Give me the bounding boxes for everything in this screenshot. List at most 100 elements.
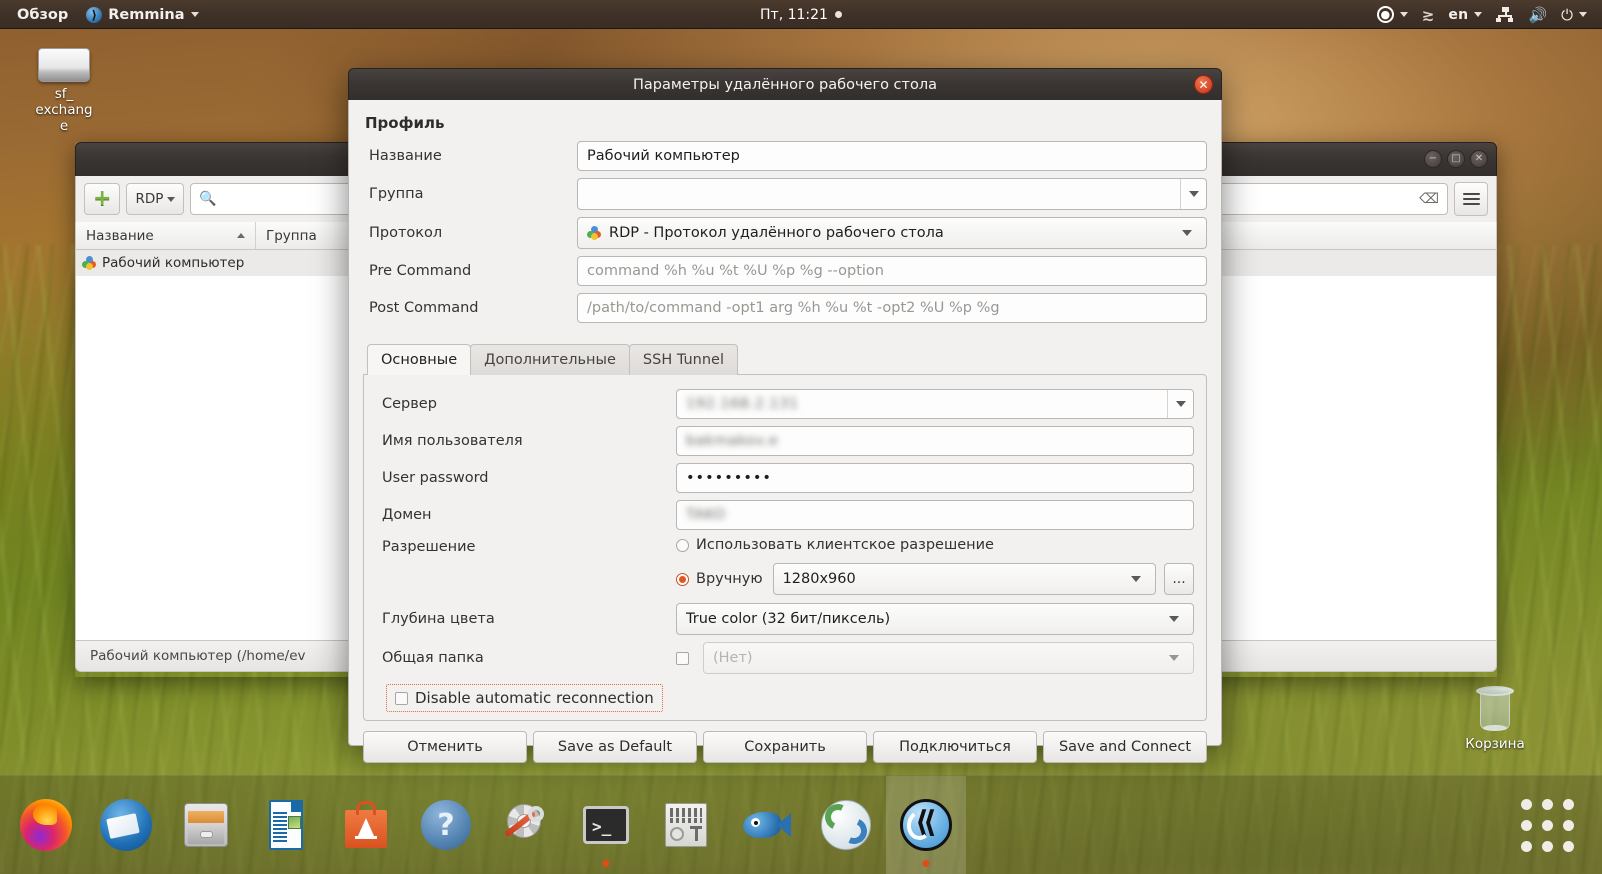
clock-button[interactable]: Пт, 11:21 xyxy=(752,7,850,23)
resolution-more-button[interactable]: ... xyxy=(1164,563,1194,595)
network-menu[interactable] xyxy=(1489,0,1521,29)
dock-item-ubuntu-software[interactable] xyxy=(326,776,406,874)
cancel-button[interactable]: Отменить xyxy=(363,731,527,763)
tab-ssh-tunnel[interactable]: SSH Tunnel xyxy=(628,344,739,375)
app-menu-label: Remmina xyxy=(108,6,185,23)
resolution-combo[interactable]: 1280x960 xyxy=(772,563,1156,595)
column-header-group[interactable]: Группа xyxy=(256,222,352,249)
resolution-manual-label: Вручную xyxy=(696,571,763,587)
dock-item-firefox[interactable] xyxy=(6,776,86,874)
dock-item-web-browser[interactable] xyxy=(806,776,886,874)
field-row-colordepth: Глубина цвета True color (32 бит/пиксель… xyxy=(376,603,1194,635)
server-combo[interactable]: 192.168.2.131 xyxy=(676,389,1194,419)
chevron-down-icon[interactable] xyxy=(1123,564,1149,594)
input-method-icon: ≳ xyxy=(1421,5,1435,24)
dock-item-settings-tweaks[interactable] xyxy=(486,776,566,874)
tab-basic[interactable]: Основные xyxy=(367,344,472,375)
protocol-selector-button[interactable]: RDP xyxy=(126,183,185,215)
dock-item-libreoffice-writer[interactable] xyxy=(246,776,326,874)
pre-command-placeholder: command %h %u %t %U %p %g --option xyxy=(587,263,884,279)
close-button[interactable]: ✕ xyxy=(1470,150,1488,168)
statusbar-label: Рабочий компьютер (/home/ev xyxy=(90,648,306,664)
save-as-default-button[interactable]: Save as Default xyxy=(533,731,697,763)
dock-item-dconf-editor[interactable] xyxy=(646,776,726,874)
new-connection-button[interactable]: + xyxy=(84,183,121,215)
accessibility-menu[interactable]: ● xyxy=(1370,0,1415,29)
field-row-username: Имя пользователя bakmakov.e xyxy=(376,426,1194,456)
dock-item-bluefish[interactable] xyxy=(726,776,806,874)
field-row-disable-reconnect: Disable automatic reconnection xyxy=(386,684,1194,712)
post-command-input[interactable]: /path/to/command -opt1 arg %h %u %t -opt… xyxy=(577,293,1207,323)
activities-button[interactable]: Обзор xyxy=(8,0,77,29)
dock: ? >_ ⟪ xyxy=(0,775,1602,874)
running-indicator xyxy=(922,859,930,867)
radio-selected-icon[interactable] xyxy=(676,572,689,586)
column-label: Название xyxy=(86,227,154,244)
colordepth-combo[interactable]: True color (32 бит/пиксель) xyxy=(676,603,1194,635)
close-icon[interactable]: ✕ xyxy=(1194,75,1213,94)
protocol-selector-label: RDP xyxy=(135,191,164,207)
button-label: Сохранить xyxy=(744,739,826,755)
disable-reconnect-checkbox[interactable]: Disable automatic reconnection xyxy=(386,684,663,712)
tab-advanced[interactable]: Дополнительные xyxy=(470,344,630,375)
dock-item-terminal[interactable]: >_ xyxy=(566,776,646,874)
main-menu-button[interactable] xyxy=(1454,182,1488,216)
dialog-titlebar[interactable]: Параметры удалённого рабочего стола ✕ xyxy=(348,68,1222,100)
column-label: Группа xyxy=(266,227,317,244)
chevron-down-icon[interactable] xyxy=(1167,390,1193,418)
profile-group-combo[interactable] xyxy=(577,178,1207,210)
save-and-connect-button[interactable]: Save and Connect xyxy=(1043,731,1207,763)
chevron-down-icon[interactable] xyxy=(1161,643,1187,673)
trash-icon xyxy=(1475,684,1515,732)
field-row-group: Группа xyxy=(363,178,1207,210)
connect-button[interactable]: Подключиться xyxy=(873,731,1037,763)
app-menu-button[interactable]: ⟩ Remmina xyxy=(77,0,207,29)
clear-search-icon[interactable]: ⌫ xyxy=(1419,191,1439,207)
username-input[interactable]: bakmakov.e xyxy=(676,426,1194,456)
dock-item-file-manager[interactable] xyxy=(166,776,246,874)
desktop-icon-label: Корзина xyxy=(1465,736,1525,752)
bluefish-icon xyxy=(737,796,795,854)
dock-item-help[interactable]: ? xyxy=(406,776,486,874)
language-menu[interactable]: en xyxy=(1441,0,1489,29)
notification-dot-icon xyxy=(834,11,842,18)
desktop-icon-sf-exchange[interactable]: sf_ exchang e xyxy=(16,48,112,134)
input-method-menu[interactable]: ≳ xyxy=(1415,0,1442,29)
save-button[interactable]: Сохранить xyxy=(703,731,867,763)
maximize-button[interactable]: □ xyxy=(1447,150,1465,168)
field-label-resolution: Разрешение xyxy=(382,539,476,555)
profile-protocol-combo[interactable]: RDP - Протокол удалённого рабочего стола xyxy=(577,217,1207,249)
firefox-icon xyxy=(17,796,75,854)
chevron-down-icon[interactable] xyxy=(1180,179,1206,209)
top-panel: Обзор ⟩ Remmina Пт, 11:21 ● ≳ en 🔊 ⏻ xyxy=(0,0,1602,29)
checkbox-icon xyxy=(395,691,408,705)
dconf-editor-icon xyxy=(657,796,715,854)
power-menu[interactable]: ⏻ xyxy=(1554,0,1594,29)
field-row-domain: Домен TAKO xyxy=(376,500,1194,530)
disable-reconnect-label: Disable automatic reconnection xyxy=(415,689,654,707)
terminal-icon: >_ xyxy=(577,796,635,854)
volume-menu[interactable]: 🔊 xyxy=(1521,0,1554,29)
chevron-down-icon[interactable] xyxy=(1174,218,1200,248)
button-label: Save and Connect xyxy=(1058,739,1192,755)
dock-item-thunderbird[interactable] xyxy=(86,776,166,874)
resolution-client-radio[interactable]: Использовать клиентское разрешение xyxy=(676,537,1194,553)
password-input[interactable]: ••••••••• xyxy=(676,463,1194,493)
domain-input[interactable]: TAKO xyxy=(676,500,1194,530)
remmina-icon: ⟪ xyxy=(897,796,955,854)
field-row-server: Сервер 192.168.2.131 xyxy=(376,389,1194,419)
profile-name-input[interactable]: Рабочий компьютер xyxy=(577,141,1207,171)
pre-command-input[interactable]: command %h %u %t %U %p %g --option xyxy=(577,256,1207,286)
column-header-name[interactable]: Название xyxy=(76,222,256,249)
resolution-manual-row: Вручную 1280x960 ... xyxy=(676,563,1194,595)
dock-item-remmina[interactable]: ⟪ xyxy=(886,775,966,874)
show-applications-button[interactable] xyxy=(1521,798,1574,852)
sharefolder-checkbox[interactable] xyxy=(676,651,689,665)
remmina-icon: ⟩ xyxy=(86,6,103,23)
sharefolder-combo[interactable]: (Нет) xyxy=(703,642,1194,674)
colordepth-value: True color (32 бит/пиксель) xyxy=(686,611,891,627)
tab-label: Дополнительные xyxy=(484,352,616,368)
minimize-button[interactable]: − xyxy=(1424,150,1442,168)
chevron-down-icon[interactable] xyxy=(1161,604,1187,634)
desktop-icon-trash[interactable]: Корзина xyxy=(1447,684,1543,752)
